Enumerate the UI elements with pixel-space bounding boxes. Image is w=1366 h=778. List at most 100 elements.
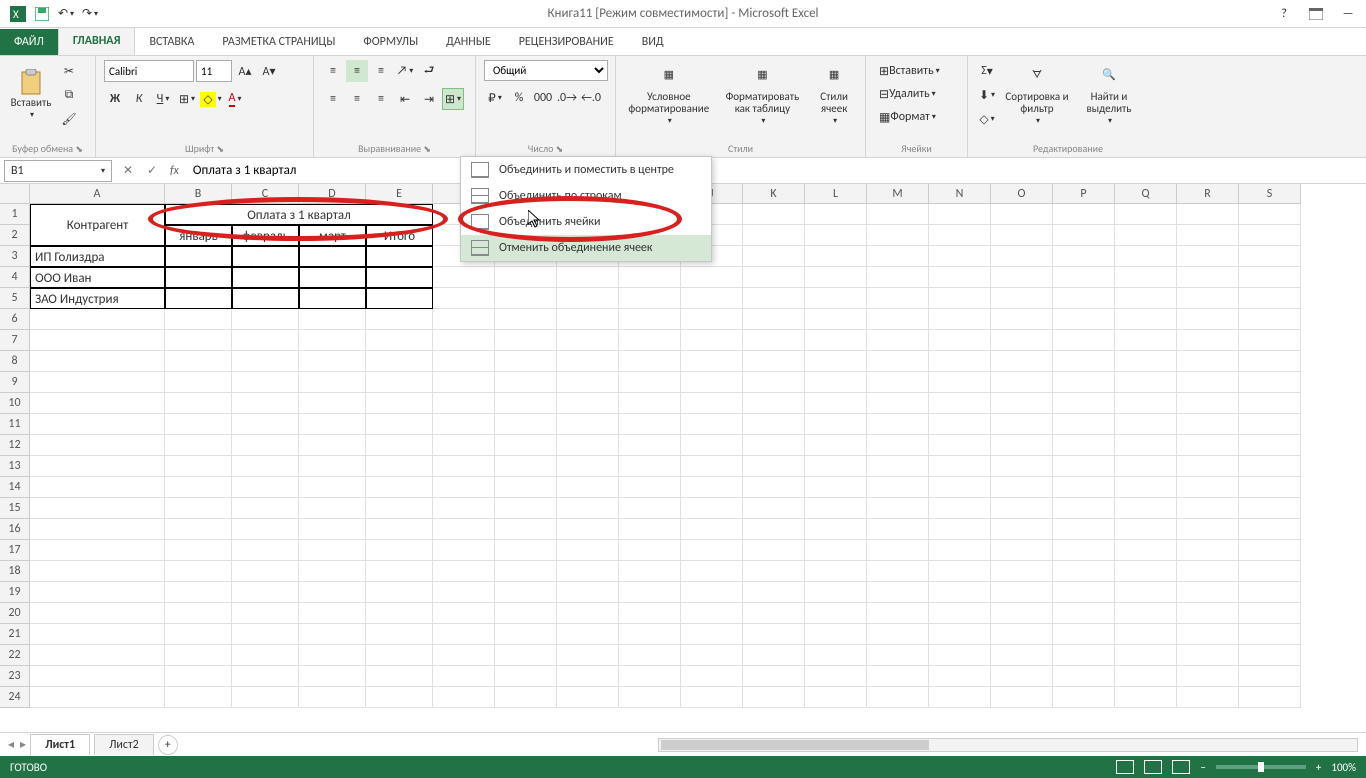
cell-I22[interactable] — [619, 645, 681, 666]
cell-E18[interactable] — [366, 561, 433, 582]
cell-L7[interactable] — [805, 330, 867, 351]
cell-F17[interactable] — [433, 540, 495, 561]
cell-S20[interactable] — [1239, 603, 1301, 624]
cell-A1[interactable]: Контрагент — [30, 204, 165, 246]
number-launcher[interactable]: ⬊ — [556, 144, 564, 155]
cell-E15[interactable] — [366, 498, 433, 519]
cell-B20[interactable] — [165, 603, 232, 624]
cell-A19[interactable] — [30, 582, 165, 603]
cell-A9[interactable] — [30, 372, 165, 393]
cell-M19[interactable] — [867, 582, 929, 603]
cell-H23[interactable] — [557, 666, 619, 687]
cell-O16[interactable] — [991, 519, 1053, 540]
cell-M3[interactable] — [867, 246, 929, 267]
cell-F21[interactable] — [433, 624, 495, 645]
cell-L4[interactable] — [805, 267, 867, 288]
cell-M24[interactable] — [867, 687, 929, 708]
cell-N13[interactable] — [929, 456, 991, 477]
cell-K6[interactable] — [743, 309, 805, 330]
cell-A11[interactable] — [30, 414, 165, 435]
cell-F6[interactable] — [433, 309, 495, 330]
row-header-21[interactable]: 21 — [0, 624, 30, 645]
cell-J9[interactable] — [681, 372, 743, 393]
italic-button[interactable]: К — [128, 88, 150, 110]
cell-L15[interactable] — [805, 498, 867, 519]
formula-input[interactable] — [185, 160, 1366, 182]
cell-G5[interactable] — [495, 288, 557, 309]
cell-I19[interactable] — [619, 582, 681, 603]
cell-S18[interactable] — [1239, 561, 1301, 582]
cell-D23[interactable] — [299, 666, 366, 687]
cell-F7[interactable] — [433, 330, 495, 351]
cell-P13[interactable] — [1053, 456, 1115, 477]
cell-N22[interactable] — [929, 645, 991, 666]
format-cells-button[interactable]: ▦ Формат ▾ — [874, 106, 968, 128]
row-header-8[interactable]: 8 — [0, 351, 30, 372]
cell-C3[interactable] — [232, 246, 299, 267]
cell-J17[interactable] — [681, 540, 743, 561]
cell-J15[interactable] — [681, 498, 743, 519]
cell-J22[interactable] — [681, 645, 743, 666]
cell-O2[interactable] — [991, 225, 1053, 246]
cell-M8[interactable] — [867, 351, 929, 372]
cell-L2[interactable] — [805, 225, 867, 246]
cell-Q19[interactable] — [1115, 582, 1177, 603]
cell-O15[interactable] — [991, 498, 1053, 519]
cell-F19[interactable] — [433, 582, 495, 603]
row-header-10[interactable]: 10 — [0, 393, 30, 414]
cell-L18[interactable] — [805, 561, 867, 582]
cell-G11[interactable] — [495, 414, 557, 435]
cell-I6[interactable] — [619, 309, 681, 330]
cell-B3[interactable] — [165, 246, 232, 267]
cell-C4[interactable] — [232, 267, 299, 288]
cell-N19[interactable] — [929, 582, 991, 603]
cell-K22[interactable] — [743, 645, 805, 666]
cell-F13[interactable] — [433, 456, 495, 477]
percent-icon[interactable]: % — [508, 87, 530, 109]
cell-R13[interactable] — [1177, 456, 1239, 477]
merge-center-item[interactable]: Объединить и поместить в центре — [461, 157, 711, 183]
align-middle-icon[interactable]: ≡ — [346, 60, 368, 82]
row-header-20[interactable]: 20 — [0, 603, 30, 624]
cell-I13[interactable] — [619, 456, 681, 477]
cell-O11[interactable] — [991, 414, 1053, 435]
cell-D19[interactable] — [299, 582, 366, 603]
cell-R15[interactable] — [1177, 498, 1239, 519]
increase-decimal-icon[interactable]: .0→ — [556, 87, 578, 109]
cell-E24[interactable] — [366, 687, 433, 708]
row-header-19[interactable]: 19 — [0, 582, 30, 603]
cell-G14[interactable] — [495, 477, 557, 498]
cell-K8[interactable] — [743, 351, 805, 372]
wrap-text-icon[interactable]: ⮐ — [418, 60, 440, 82]
tab-view[interactable]: ВИД — [628, 29, 678, 55]
cell-E11[interactable] — [366, 414, 433, 435]
cell-D17[interactable] — [299, 540, 366, 561]
cell-C7[interactable] — [232, 330, 299, 351]
cell-N4[interactable] — [929, 267, 991, 288]
col-header-O[interactable]: O — [991, 184, 1053, 204]
cell-Q3[interactable] — [1115, 246, 1177, 267]
cell-B9[interactable] — [165, 372, 232, 393]
cell-A23[interactable] — [30, 666, 165, 687]
cell-L6[interactable] — [805, 309, 867, 330]
cell-J18[interactable] — [681, 561, 743, 582]
cell-C18[interactable] — [232, 561, 299, 582]
cell-D9[interactable] — [299, 372, 366, 393]
fill-color-button[interactable]: ◇▾ — [200, 88, 222, 110]
row-header-6[interactable]: 6 — [0, 309, 30, 330]
cell-O4[interactable] — [991, 267, 1053, 288]
cell-Q6[interactable] — [1115, 309, 1177, 330]
cell-H8[interactable] — [557, 351, 619, 372]
cell-B14[interactable] — [165, 477, 232, 498]
cell-N6[interactable] — [929, 309, 991, 330]
cell-L23[interactable] — [805, 666, 867, 687]
cell-Q16[interactable] — [1115, 519, 1177, 540]
cell-N7[interactable] — [929, 330, 991, 351]
enter-formula-icon[interactable]: ✓ — [140, 160, 164, 182]
row-header-15[interactable]: 15 — [0, 498, 30, 519]
cell-O12[interactable] — [991, 435, 1053, 456]
tab-review[interactable]: РЕЦЕНЗИРОВАНИЕ — [505, 29, 628, 55]
cell-F4[interactable] — [433, 267, 495, 288]
cell-H7[interactable] — [557, 330, 619, 351]
comma-icon[interactable]: 000 — [532, 87, 554, 109]
